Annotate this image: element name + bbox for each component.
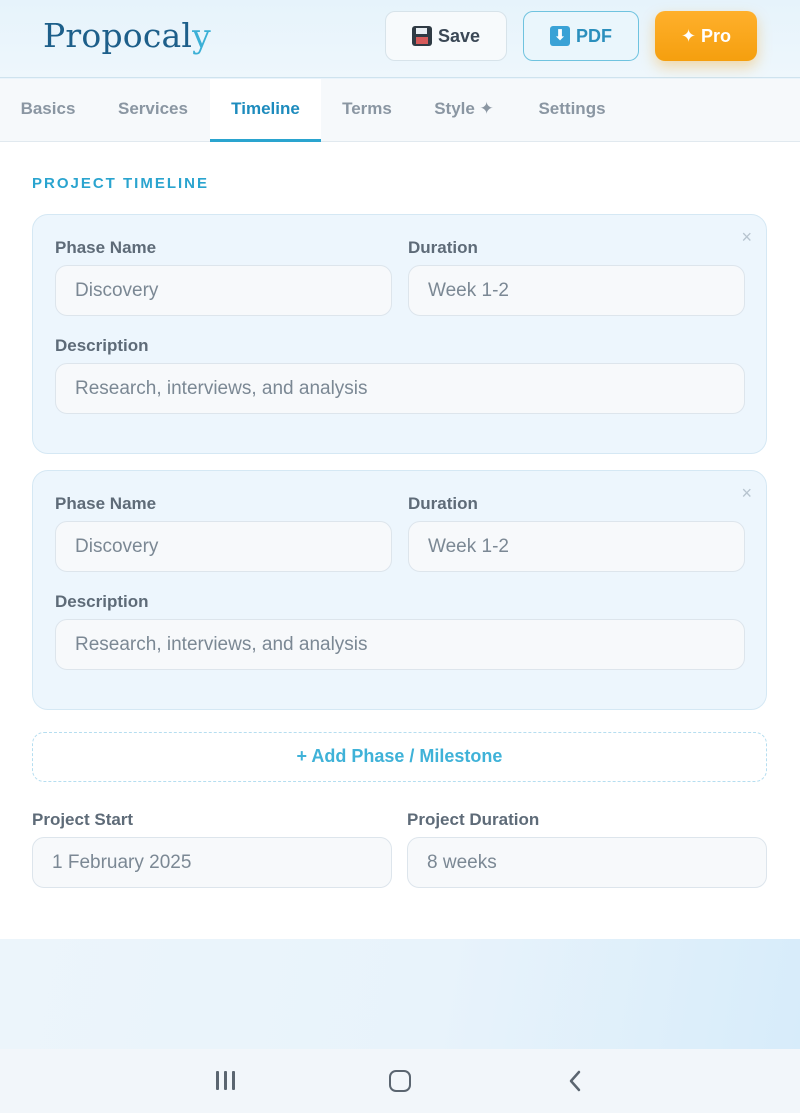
page-background	[0, 939, 800, 1049]
recent-apps-icon[interactable]	[215, 1071, 237, 1091]
back-icon[interactable]	[568, 1070, 582, 1092]
save-button[interactable]: Save	[385, 11, 507, 61]
project-duration-label: Project Duration	[407, 810, 540, 829]
system-nav-bar	[0, 1049, 800, 1113]
project-start-input[interactable]: 1 February 2025	[32, 837, 392, 888]
close-icon[interactable]: ×	[741, 483, 752, 504]
close-icon[interactable]: ×	[741, 227, 752, 248]
project-duration-input[interactable]: 8 weeks	[407, 837, 767, 888]
download-arrow-icon: ⬇	[550, 26, 570, 46]
phase-name-input[interactable]: Discovery	[55, 265, 392, 316]
tab-settings[interactable]: Settings	[522, 79, 622, 142]
description-label: Description	[55, 336, 149, 355]
tab-terms[interactable]: Terms	[324, 79, 410, 142]
tab-basics[interactable]: Basics	[0, 79, 96, 142]
phase-card: × Phase Name Duration Discovery Week 1-2…	[32, 470, 767, 710]
add-phase-button[interactable]: + Add Phase / Milestone	[32, 732, 767, 782]
tab-services[interactable]: Services	[100, 79, 206, 142]
pdf-button[interactable]: ⬇ PDF	[523, 11, 639, 61]
project-start-label: Project Start	[32, 810, 134, 829]
duration-label: Duration	[408, 238, 478, 257]
duration-input[interactable]: Week 1-2	[408, 265, 745, 316]
description-label: Description	[55, 592, 149, 611]
phase-name-label: Phase Name	[55, 238, 157, 257]
tab-timeline[interactable]: Timeline	[210, 79, 321, 142]
description-input[interactable]: Research, interviews, and analysis	[55, 363, 745, 414]
phase-card: × Phase Name Duration Discovery Week 1-2…	[32, 214, 767, 454]
logo-text: Propocal	[43, 16, 193, 55]
tab-style[interactable]: Style ✦	[418, 79, 510, 142]
phase-name-input[interactable]: Discovery	[55, 521, 392, 572]
logo-accent: y	[192, 16, 211, 55]
duration-label: Duration	[408, 494, 478, 513]
description-input[interactable]: Research, interviews, and analysis	[55, 619, 745, 670]
timeline-panel: PROJECT TIMELINE × Phase Name Duration D…	[0, 142, 800, 939]
floppy-disk-icon	[411, 26, 432, 46]
pro-label: ✦ Pro	[680, 25, 732, 46]
app-header: Propocaly Save ⬇ PDF ✦ Pro	[0, 0, 800, 78]
pdf-label: PDF	[576, 25, 612, 46]
tab-bar: Basics Services Timeline Terms Style ✦ S…	[0, 79, 800, 142]
duration-input[interactable]: Week 1-2	[408, 521, 745, 572]
save-label: Save	[437, 25, 481, 46]
phase-name-label: Phase Name	[55, 494, 157, 513]
app-logo[interactable]: Propocaly	[43, 16, 211, 55]
section-title: PROJECT TIMELINE	[32, 175, 210, 192]
home-icon[interactable]	[389, 1070, 411, 1092]
pro-button[interactable]: ✦ Pro	[655, 11, 757, 61]
